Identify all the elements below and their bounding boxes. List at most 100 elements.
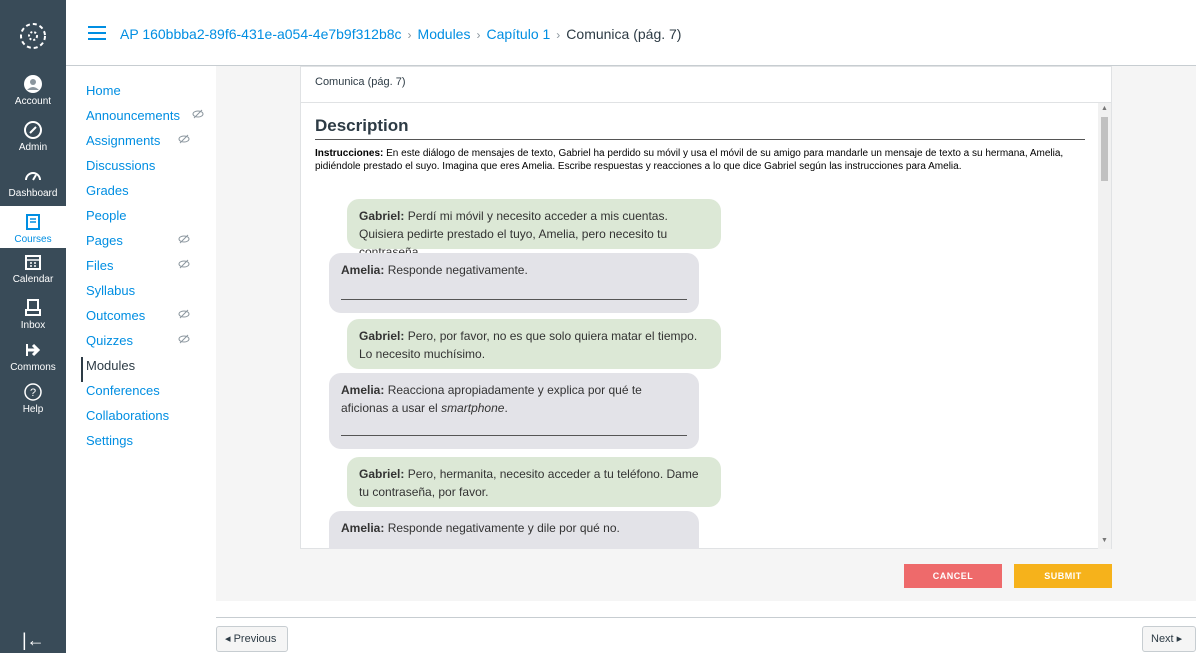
course-nav-discussions[interactable]: Discussions bbox=[86, 157, 196, 182]
course-nav-label: Settings bbox=[86, 433, 133, 448]
hidden-eye-icon bbox=[178, 309, 190, 319]
course-nav-label: Conferences bbox=[86, 383, 160, 398]
message-gabriel-3: Gabriel: Pero, hermanita, necesito acced… bbox=[347, 457, 721, 507]
instructions-label: Instrucciones: bbox=[315, 148, 384, 159]
breadcrumb-separator-icon: › bbox=[407, 28, 412, 42]
divider bbox=[315, 139, 1085, 140]
message-amelia-3: Amelia: Responde negativamente y dile po… bbox=[329, 511, 699, 549]
speaker-name: Gabriel: bbox=[359, 209, 405, 223]
course-nav-label: Syllabus bbox=[86, 283, 136, 298]
course-nav-label: Grades bbox=[86, 183, 129, 198]
hidden-eye-icon bbox=[178, 234, 190, 244]
message-gabriel-1: Gabriel: Perdí mi móvil y necesito acced… bbox=[347, 199, 721, 259]
speaker-name: Amelia: bbox=[341, 521, 385, 535]
nav-inbox[interactable]: Inbox bbox=[0, 298, 66, 331]
course-nav-label: Assignments bbox=[86, 133, 161, 148]
scrollbar-thumb[interactable] bbox=[1101, 117, 1108, 181]
nav-courses[interactable]: Courses bbox=[0, 206, 66, 248]
course-nav-label: Pages bbox=[86, 233, 123, 248]
next-button[interactable]: Next ▸ bbox=[1142, 626, 1196, 652]
nav-account[interactable]: Account bbox=[0, 74, 66, 107]
course-nav-label: Discussions bbox=[86, 158, 156, 173]
nav-help[interactable]: ? Help bbox=[0, 382, 66, 415]
nav-label-help: Help bbox=[22, 404, 44, 415]
instructions-body: En este diálogo de mensajes de texto, Ga… bbox=[315, 148, 1064, 172]
answer-line bbox=[341, 299, 687, 300]
course-nav-announcements[interactable]: Announcements bbox=[86, 107, 204, 132]
message-text: Responde negativamente. bbox=[384, 263, 528, 277]
nav-commons[interactable]: Commons bbox=[0, 340, 66, 373]
nav-label-commons: Commons bbox=[10, 362, 56, 373]
nav-calendar[interactable]: Calendar bbox=[0, 252, 66, 285]
submit-button[interactable]: SUBMIT bbox=[1014, 564, 1112, 588]
admin-icon bbox=[24, 121, 42, 139]
message-text: Responde negativamente y dile por qué no… bbox=[384, 521, 620, 535]
cancel-button[interactable]: CANCEL bbox=[904, 564, 1002, 588]
breadcrumb-separator-icon: › bbox=[556, 28, 561, 42]
nav-admin[interactable]: Admin bbox=[0, 120, 66, 153]
course-nav-modules[interactable]: Modules bbox=[81, 357, 196, 382]
course-nav-label: Collaborations bbox=[86, 408, 170, 423]
courses-icon bbox=[26, 214, 40, 230]
speaker-name: Amelia: bbox=[341, 383, 385, 397]
speaker-name: Gabriel: bbox=[359, 467, 405, 481]
breadcrumb-chapter[interactable]: Capítulo 1 bbox=[486, 26, 550, 42]
course-nav-grades[interactable]: Grades bbox=[86, 182, 196, 207]
course-nav-label: Announcements bbox=[86, 108, 180, 123]
message-italic: smartphone bbox=[441, 401, 505, 415]
description-heading: Description bbox=[315, 116, 409, 135]
course-nav-files[interactable]: Files bbox=[86, 257, 196, 282]
breadcrumb: AP 160bbba2-89f6-431e-a054-4e7b9f312b8c ›… bbox=[120, 26, 681, 42]
nav-label-calendar: Calendar bbox=[12, 274, 54, 285]
breadcrumb-separator-icon: › bbox=[476, 28, 481, 42]
previous-button[interactable]: ◂ Previous bbox=[216, 626, 288, 652]
collapse-nav-icon[interactable]: |← bbox=[22, 630, 45, 651]
hamburger-menu-icon[interactable] bbox=[88, 26, 106, 40]
message-tail: . bbox=[504, 401, 508, 415]
hidden-eye-icon bbox=[178, 334, 190, 344]
answer-line bbox=[341, 435, 687, 436]
course-nav: Home Announcements Assignments Discussio… bbox=[81, 82, 204, 457]
canvas-logo-icon[interactable] bbox=[19, 22, 47, 50]
course-nav-settings[interactable]: Settings bbox=[86, 432, 196, 457]
course-nav-label: Outcomes bbox=[86, 308, 146, 323]
panel-title: Comunica (pág. 7) bbox=[315, 76, 406, 88]
message-text: Perdí mi móvil y necesito acceder a mis … bbox=[359, 209, 668, 259]
course-nav-label: Home bbox=[86, 83, 121, 98]
dashboard-icon bbox=[25, 172, 41, 181]
course-nav-outcomes[interactable]: Outcomes bbox=[86, 307, 196, 332]
course-nav-conferences[interactable]: Conferences bbox=[86, 382, 196, 407]
divider bbox=[216, 617, 1196, 618]
description-scroll[interactable]: Description Instrucciones: En este diálo… bbox=[301, 103, 1111, 549]
course-nav-syllabus[interactable]: Syllabus bbox=[86, 282, 196, 307]
account-icon bbox=[24, 75, 42, 93]
instructions-text: Instrucciones: En este diálogo de mensaj… bbox=[315, 147, 1087, 173]
breadcrumb-course[interactable]: AP 160bbba2-89f6-431e-a054-4e7b9f312b8c bbox=[120, 26, 402, 42]
course-nav-pages[interactable]: Pages bbox=[86, 232, 196, 257]
course-nav-people[interactable]: People bbox=[86, 207, 196, 232]
nav-label-courses: Courses bbox=[14, 234, 52, 245]
svg-text:?: ? bbox=[30, 387, 36, 399]
scroll-down-arrow-icon[interactable]: ▼ bbox=[1101, 537, 1108, 544]
course-nav-quizzes[interactable]: Quizzes bbox=[86, 332, 196, 357]
page-header: AP 160bbba2-89f6-431e-a054-4e7b9f312b8c ›… bbox=[66, 0, 1196, 66]
nav-dashboard[interactable]: Dashboard bbox=[0, 166, 66, 199]
message-text: Pero, por favor, no es que solo quiera m… bbox=[359, 329, 698, 361]
course-nav-home[interactable]: Home bbox=[86, 82, 196, 107]
course-nav-collaborations[interactable]: Collaborations bbox=[86, 407, 196, 432]
breadcrumb-modules[interactable]: Modules bbox=[418, 26, 471, 42]
inbox-icon bbox=[25, 299, 41, 316]
commons-icon bbox=[26, 343, 41, 357]
course-nav-label: Quizzes bbox=[86, 333, 133, 348]
hidden-eye-icon bbox=[178, 134, 190, 144]
nav-label-admin: Admin bbox=[18, 142, 48, 153]
message-text: Pero, hermanita, necesito acceder a tu t… bbox=[359, 467, 699, 499]
nav-label-account: Account bbox=[14, 96, 52, 107]
course-nav-assignments[interactable]: Assignments bbox=[86, 132, 196, 157]
calendar-icon bbox=[25, 255, 41, 270]
nav-label-inbox: Inbox bbox=[20, 320, 46, 331]
hidden-eye-icon bbox=[192, 109, 204, 119]
scroll-up-arrow-icon[interactable]: ▲ bbox=[1101, 105, 1108, 112]
hidden-eye-icon bbox=[178, 259, 190, 269]
breadcrumb-current: Comunica (pág. 7) bbox=[566, 26, 682, 42]
